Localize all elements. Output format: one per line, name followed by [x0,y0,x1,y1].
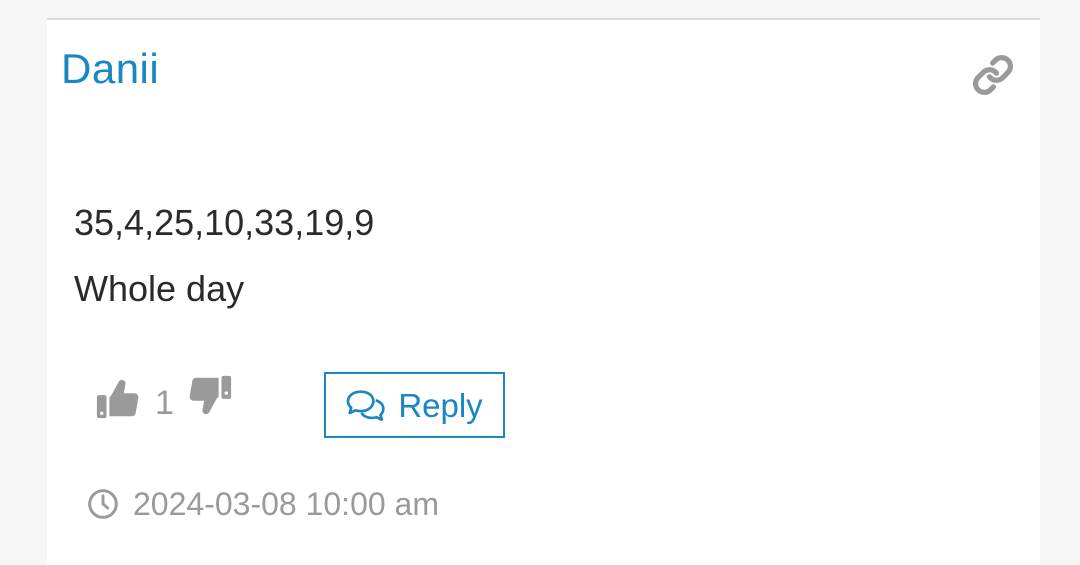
comment-author[interactable]: Danii [61,48,159,90]
comment-card: Danii 35,4,25,10,33,19,9 Whole day 1 Rep… [47,18,1040,565]
reply-button[interactable]: Reply [324,372,505,438]
clock-icon [88,489,118,519]
comment-body-line: 35,4,25,10,33,19,9 [74,202,375,243]
thumbs-down-icon[interactable] [187,372,233,418]
timestamp-text: 2024-03-08 10:00 am [133,486,439,522]
link-icon[interactable] [972,54,1014,96]
reply-label: Reply [398,386,483,424]
comments-icon [346,390,385,421]
thumbs-up-icon[interactable] [95,376,141,422]
comment-timestamp: 2024-03-08 10:00 am [87,488,439,520]
comment-body-line: Whole day [74,268,245,309]
upvote-count: 1 [155,384,174,422]
